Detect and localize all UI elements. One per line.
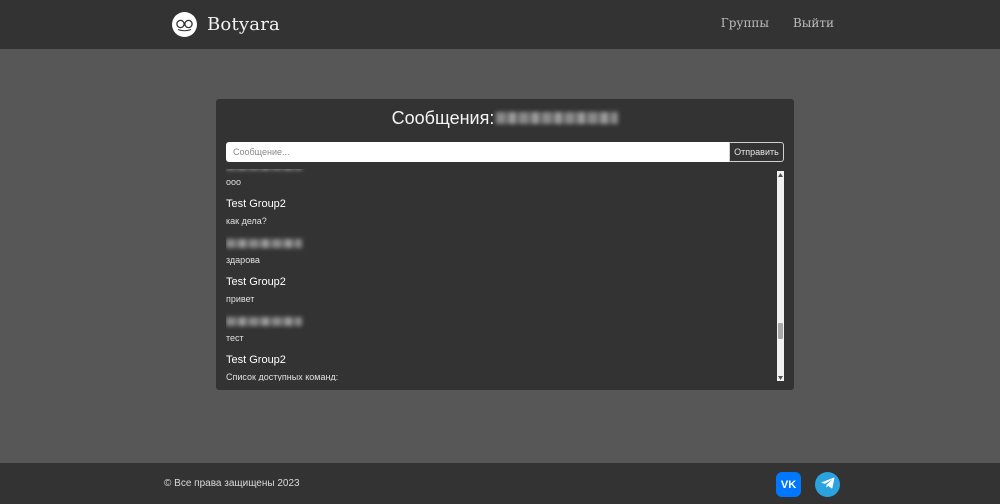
nav-links: Группы Выйти [721, 16, 834, 30]
message-text: ооо [226, 177, 242, 187]
message-author: Test Group2 [226, 198, 286, 210]
scroll-thumb[interactable] [778, 323, 783, 339]
chat-card: Сообщения: Отправить ооо Test Group2 как… [216, 99, 794, 390]
brand-name: Botyara [207, 13, 280, 35]
message-item: тест [226, 313, 766, 352]
message-item: Test Group2 как дела? [226, 196, 766, 235]
message-scrollbar[interactable] [777, 171, 784, 381]
nav-link-logout[interactable]: Выйти [793, 16, 834, 30]
message-text: Список доступных команд: [226, 372, 339, 381]
footer: © Все права защищены 2023 VK [0, 463, 1000, 504]
scroll-down-arrow-icon[interactable] [777, 374, 784, 381]
vk-icon: VK [780, 478, 797, 491]
message-input[interactable] [226, 142, 729, 162]
redacted-chat-name [496, 112, 619, 124]
message-item: Test Group2 привет [226, 274, 766, 313]
telegram-link[interactable] [815, 472, 840, 497]
brand-link[interactable]: Botyara [172, 11, 280, 37]
message-list[interactable]: ооо Test Group2 как дела? здарова Test G… [226, 169, 776, 381]
message-text: здарова [226, 255, 260, 265]
navbar: Botyara Группы Выйти [0, 0, 1000, 49]
send-button[interactable]: Отправить [729, 142, 784, 162]
message-text: как дела? [226, 216, 267, 226]
message-item: Test Group2 Список доступных команд: [226, 352, 766, 381]
message-item: здарова [226, 235, 766, 274]
nav-link-groups[interactable]: Группы [721, 16, 769, 30]
redacted-author [226, 239, 302, 248]
message-form: Отправить [226, 142, 784, 162]
vk-link[interactable]: VK [776, 472, 801, 497]
redacted-author [226, 317, 302, 326]
chat-title: Сообщения: [216, 105, 794, 131]
message-author [226, 235, 766, 252]
message-text: привет [226, 294, 255, 304]
message-item: ооо [226, 169, 766, 196]
chat-title-label: Сообщения: [391, 107, 495, 128]
message-author [226, 313, 766, 330]
telegram-icon [820, 476, 835, 494]
message-author: Test Group2 [226, 276, 286, 288]
bot-glasses-icon [172, 11, 197, 37]
message-author: Test Group2 [226, 354, 286, 366]
copyright-text: © Все права защищены 2023 [164, 478, 300, 489]
scroll-up-arrow-icon[interactable] [777, 171, 784, 178]
redacted-author [226, 169, 302, 170]
message-text: тест [226, 333, 244, 343]
